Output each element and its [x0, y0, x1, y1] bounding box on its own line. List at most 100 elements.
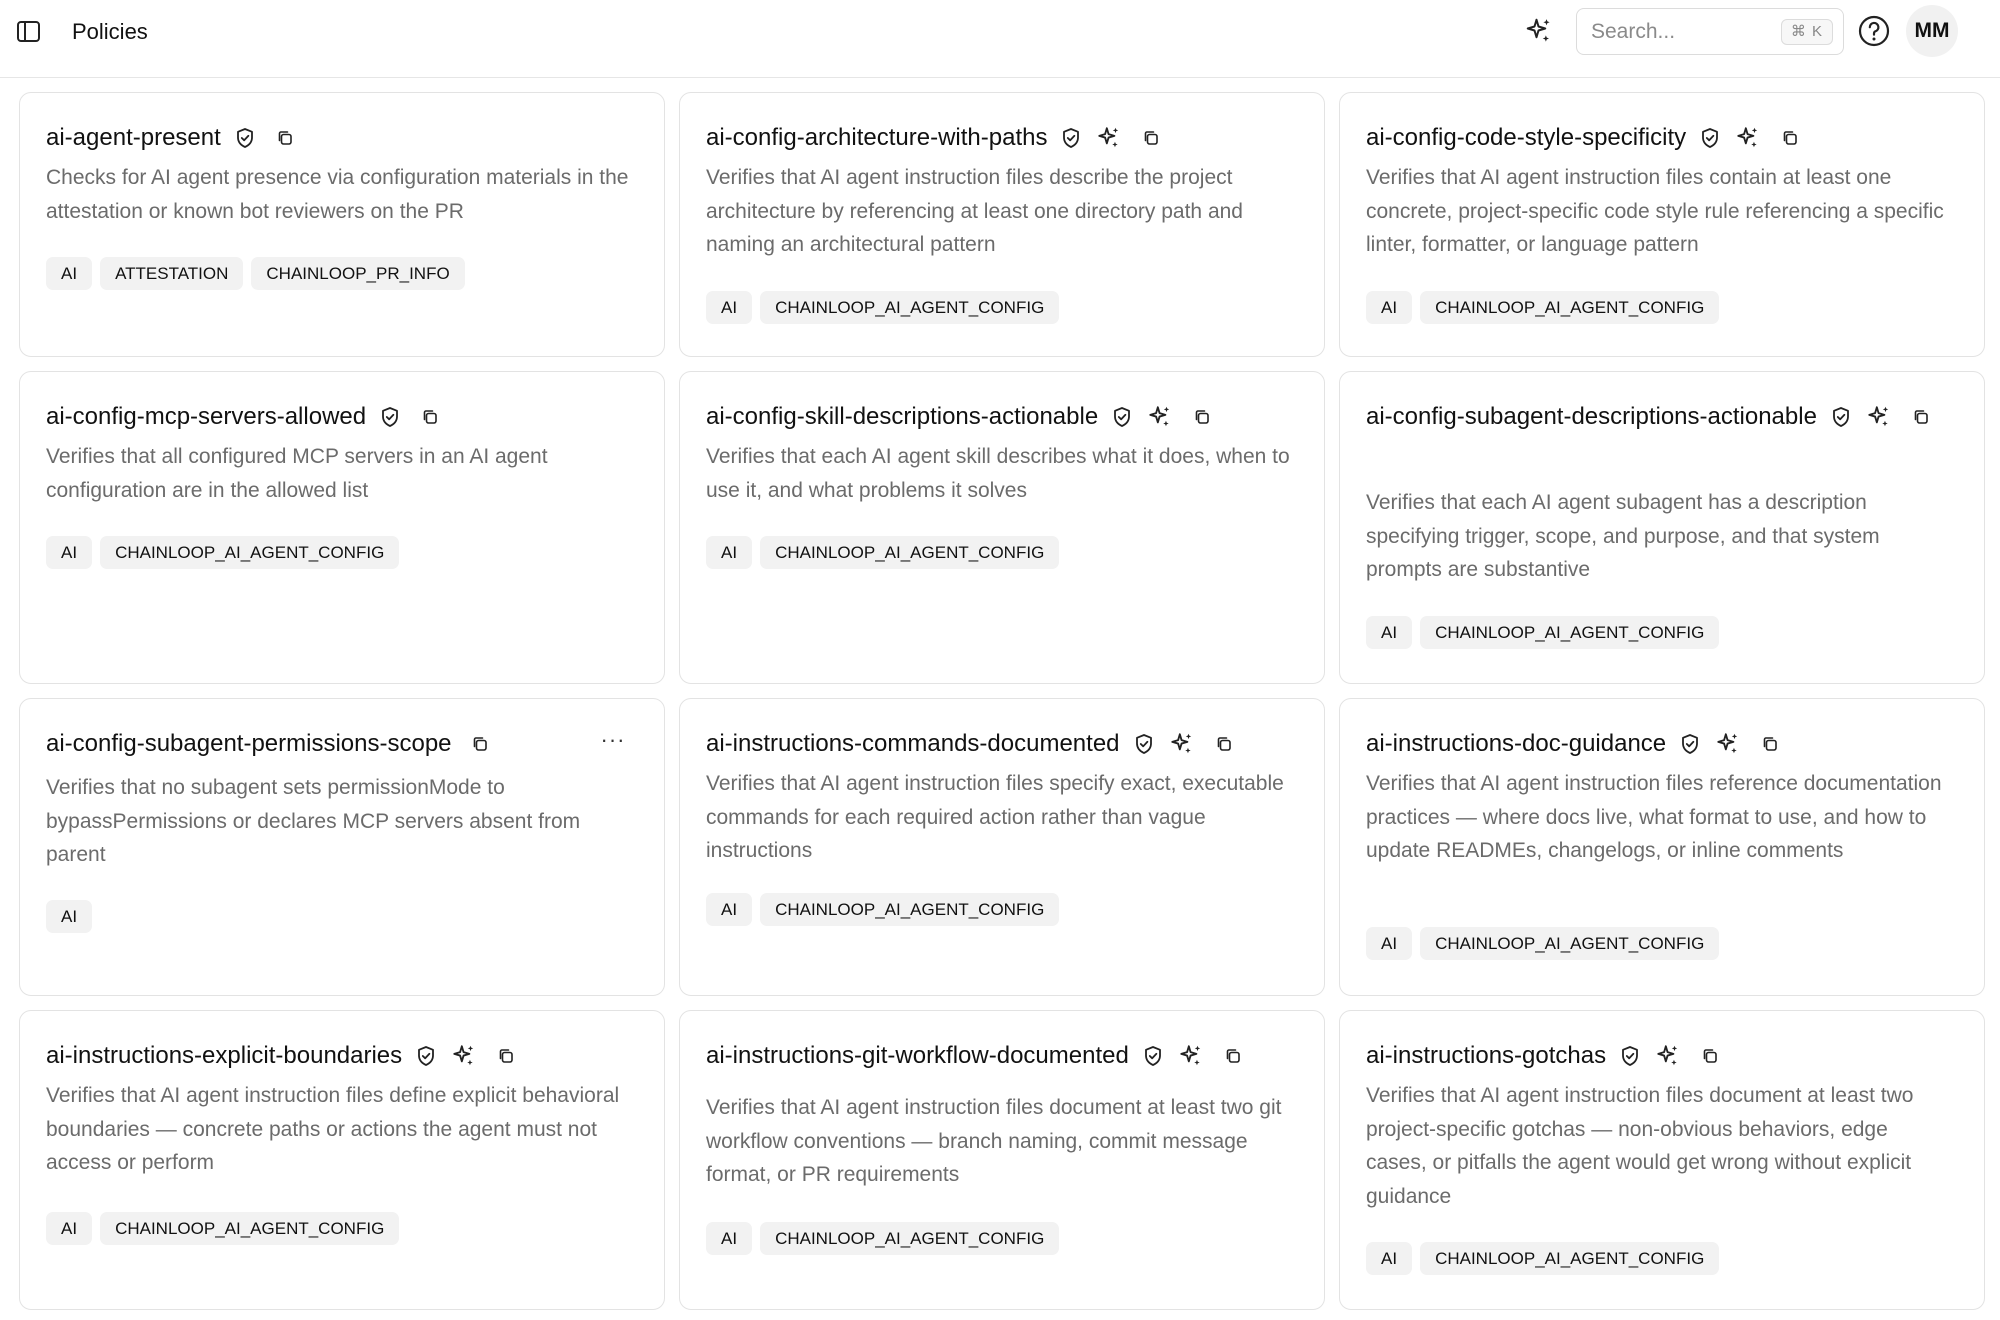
search-box[interactable]: ⌘ K: [1576, 8, 1844, 55]
policy-description: Verifies that AI agent instruction files…: [706, 1096, 1282, 1186]
policy-card[interactable]: ai-instructions-explicit-boundaries Verif…: [19, 1010, 665, 1310]
sparkle-icon[interactable]: [1524, 16, 1554, 46]
ai-sparkle-icon: [1654, 1042, 1682, 1070]
policy-title-row: ai-config-code-style-specificity: [1366, 123, 1964, 153]
tag-list: AI CHAINLOOP_AI_AGENT_CONFIG: [46, 536, 400, 569]
policy-name[interactable]: ai-config-mcp-servers-allowed: [46, 402, 366, 432]
tag-badge[interactable]: CHAINLOOP_AI_AGENT_CONFIG: [760, 536, 1060, 569]
copy-icon[interactable]: [1909, 405, 1933, 429]
tag-badge[interactable]: AI: [706, 893, 753, 926]
copy-icon[interactable]: [1212, 732, 1236, 756]
policy-card[interactable]: ai-config-architecture-with-paths Verifie…: [679, 92, 1325, 357]
tag-badge[interactable]: CHAINLOOP_AI_AGENT_CONFIG: [760, 291, 1060, 324]
tag-badge[interactable]: AI: [1366, 616, 1413, 649]
tag-badge[interactable]: ATTESTATION: [100, 257, 244, 290]
sidebar-toggle-icon[interactable]: [15, 19, 43, 45]
policy-title-row: ai-instructions-commands-documented: [706, 729, 1304, 759]
policy-card[interactable]: ai-config-code-style-specificity Verifies…: [1339, 92, 1985, 357]
policy-name[interactable]: ai-instructions-explicit-boundaries: [46, 1041, 402, 1071]
tag-list: AI ATTESTATION CHAINLOOP_PR_INFO: [46, 257, 465, 290]
copy-icon[interactable]: [1190, 405, 1214, 429]
policy-name[interactable]: ai-instructions-git-workflow-documented: [706, 1041, 1129, 1071]
more-options-button[interactable]: ···: [598, 729, 628, 759]
policy-title-row: ai-instructions-gotchas: [1366, 1041, 1964, 1071]
tag-badge[interactable]: AI: [706, 536, 753, 569]
policy-card[interactable]: ai-instructions-commands-documented Verif…: [679, 698, 1325, 996]
policy-name[interactable]: ai-instructions-commands-documented: [706, 729, 1120, 759]
policy-name[interactable]: ai-config-skill-descriptions-actionable: [706, 402, 1098, 432]
tag-badge[interactable]: CHAINLOOP_AI_AGENT_CONFIG: [760, 1222, 1060, 1255]
policy-title-row: ai-config-subagent-descriptions-actionab…: [1366, 402, 1964, 432]
policy-card[interactable]: ai-agent-present Checks for AI agent pres…: [19, 92, 665, 357]
policy-card[interactable]: ai-config-subagent-permissions-scope ··· V…: [19, 698, 665, 996]
tag-badge[interactable]: CHAINLOOP_AI_AGENT_CONFIG: [1420, 291, 1720, 324]
tag-badge[interactable]: AI: [706, 1222, 753, 1255]
tag-badge[interactable]: CHAINLOOP_AI_AGENT_CONFIG: [1420, 927, 1720, 960]
policy-name[interactable]: ai-instructions-gotchas: [1366, 1041, 1606, 1071]
ai-sparkle-icon: [1865, 403, 1893, 431]
policy-description: Verifies that each AI agent subagent has…: [1366, 491, 1880, 581]
tag-badge[interactable]: AI: [1366, 927, 1413, 960]
verified-shield-icon: [1678, 732, 1702, 756]
policy-description: Checks for AI agent presence via configu…: [46, 166, 629, 223]
copy-icon[interactable]: [468, 732, 492, 756]
verified-shield-icon: [1618, 1044, 1642, 1068]
tag-badge[interactable]: AI: [706, 291, 753, 324]
verified-shield-icon: [1110, 405, 1134, 429]
verified-shield-icon: [1141, 1044, 1165, 1068]
tag-badge[interactable]: AI: [46, 536, 93, 569]
copy-icon[interactable]: [1778, 126, 1802, 150]
policy-description: Verifies that AI agent instruction files…: [46, 1084, 620, 1174]
tag-badge[interactable]: CHAINLOOP_AI_AGENT_CONFIG: [100, 536, 400, 569]
policy-name[interactable]: ai-agent-present: [46, 123, 221, 153]
tag-badge[interactable]: AI: [46, 1212, 93, 1245]
tag-list: AI CHAINLOOP_AI_AGENT_CONFIG: [706, 536, 1060, 569]
verified-shield-icon: [1698, 126, 1722, 150]
tag-badge[interactable]: AI: [1366, 291, 1413, 324]
policy-card[interactable]: ai-instructions-doc-guidance Verifies tha…: [1339, 698, 1985, 996]
policy-card[interactable]: ai-config-skill-descriptions-actionable V…: [679, 371, 1325, 684]
tag-badge[interactable]: CHAINLOOP_AI_AGENT_CONFIG: [100, 1212, 400, 1245]
top-bar: Policies ⌘ K MM: [0, 0, 2000, 78]
policy-card[interactable]: ai-instructions-git-workflow-documented V…: [679, 1010, 1325, 1310]
ai-sparkle-icon: [1734, 124, 1762, 152]
ai-sparkle-icon: [450, 1042, 478, 1070]
policy-card[interactable]: ai-instructions-gotchas Verifies that AI …: [1339, 1010, 1985, 1310]
copy-icon[interactable]: [418, 405, 442, 429]
policy-title-row: ai-config-skill-descriptions-actionable: [706, 402, 1304, 432]
policy-name[interactable]: ai-config-code-style-specificity: [1366, 123, 1686, 153]
copy-icon[interactable]: [1139, 126, 1163, 150]
tag-badge[interactable]: AI: [46, 900, 93, 933]
tag-list: AI CHAINLOOP_AI_AGENT_CONFIG: [706, 1222, 1060, 1255]
tag-badge[interactable]: CHAINLOOP_PR_INFO: [251, 257, 465, 290]
help-icon[interactable]: [1857, 14, 1891, 48]
tag-list: AI CHAINLOOP_AI_AGENT_CONFIG: [706, 291, 1060, 324]
tag-badge[interactable]: CHAINLOOP_AI_AGENT_CONFIG: [1420, 616, 1720, 649]
copy-icon[interactable]: [273, 126, 297, 150]
tag-list: AI CHAINLOOP_AI_AGENT_CONFIG: [706, 893, 1060, 926]
tag-badge[interactable]: CHAINLOOP_AI_AGENT_CONFIG: [1420, 1242, 1720, 1275]
ai-sparkle-icon: [1714, 730, 1742, 758]
copy-icon[interactable]: [1698, 1044, 1722, 1068]
policy-title-row: ai-config-architecture-with-paths: [706, 123, 1304, 153]
copy-icon[interactable]: [494, 1044, 518, 1068]
verified-shield-icon: [414, 1044, 438, 1068]
tag-badge[interactable]: AI: [1366, 1242, 1413, 1275]
policy-card[interactable]: ai-config-subagent-descriptions-actionab…: [1339, 371, 1985, 684]
copy-icon[interactable]: [1221, 1044, 1245, 1068]
policy-title-row: ai-config-mcp-servers-allowed: [46, 402, 644, 432]
tag-badge[interactable]: CHAINLOOP_AI_AGENT_CONFIG: [760, 893, 1060, 926]
verified-shield-icon: [233, 126, 257, 150]
policy-description: Verifies that AI agent instruction files…: [706, 772, 1284, 862]
policy-name[interactable]: ai-instructions-doc-guidance: [1366, 729, 1666, 759]
policy-title-row: ai-instructions-explicit-boundaries: [46, 1041, 644, 1071]
search-input[interactable]: [1591, 18, 1761, 46]
tag-list: AI CHAINLOOP_AI_AGENT_CONFIG: [1366, 1242, 1720, 1275]
policy-card[interactable]: ai-config-mcp-servers-allowed Verifies th…: [19, 371, 665, 684]
policy-name[interactable]: ai-config-subagent-descriptions-actionab…: [1366, 402, 1817, 432]
policy-name[interactable]: ai-config-architecture-with-paths: [706, 123, 1047, 153]
avatar[interactable]: MM: [1906, 5, 1958, 57]
tag-badge[interactable]: AI: [46, 257, 93, 290]
policy-name[interactable]: ai-config-subagent-permissions-scope: [46, 729, 452, 759]
copy-icon[interactable]: [1758, 732, 1782, 756]
